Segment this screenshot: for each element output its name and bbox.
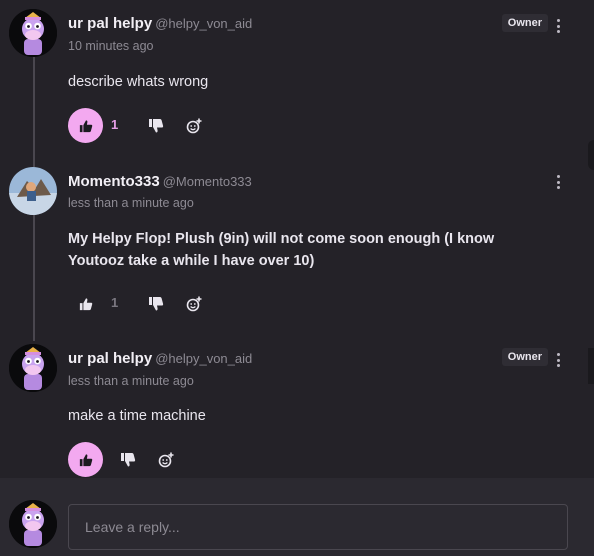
thumbs-down-icon xyxy=(121,453,136,467)
comment-body: make a time machine xyxy=(68,408,206,424)
comment-timestamp: less than a minute ago xyxy=(68,196,194,210)
like-button[interactable] xyxy=(68,286,103,321)
comment-body: My Helpy Flop! Plush (9in) will not come… xyxy=(68,231,495,269)
helpy-avatar-icon xyxy=(9,344,57,392)
current-user-avatar xyxy=(9,500,57,548)
author-name[interactable]: Momento333 xyxy=(68,173,160,190)
add-reaction-icon xyxy=(186,296,202,312)
like-count: 1 xyxy=(111,117,119,132)
like-count: 1 xyxy=(111,295,119,310)
comment-author: Momento333 @Momento333 xyxy=(68,173,252,190)
author-handle: @helpy_von_aid xyxy=(155,351,253,366)
dislike-button[interactable] xyxy=(147,117,165,135)
avatar[interactable] xyxy=(9,344,57,392)
thumbs-up-icon xyxy=(79,297,92,310)
author-handle: @Momento333 xyxy=(162,174,252,189)
add-reaction-button[interactable] xyxy=(185,295,203,313)
owner-badge: Owner xyxy=(501,14,548,32)
comment-body: describe whats wrong xyxy=(68,74,209,90)
helpy-avatar-icon xyxy=(9,500,57,548)
reply-input[interactable] xyxy=(68,504,568,550)
add-reaction-button[interactable] xyxy=(157,451,175,469)
comment-timestamp: less than a minute ago xyxy=(68,374,194,388)
avatar[interactable] xyxy=(9,167,57,215)
author-name[interactable]: ur pal helpy xyxy=(68,350,152,367)
author-handle: @helpy_von_aid xyxy=(155,16,253,31)
add-reaction-icon xyxy=(186,118,202,134)
add-reaction-icon xyxy=(158,452,174,468)
like-button[interactable] xyxy=(68,442,103,477)
more-options-icon[interactable] xyxy=(552,172,564,192)
user-photo-avatar-icon xyxy=(9,167,57,215)
like-button[interactable] xyxy=(68,108,103,143)
thumbs-down-icon xyxy=(149,119,164,133)
comment-author: ur pal helpy @helpy_von_aid xyxy=(68,350,252,367)
add-reaction-button[interactable] xyxy=(185,117,203,135)
thumbs-down-icon xyxy=(149,297,164,311)
edge-scroll-control[interactable] xyxy=(588,140,594,170)
comment-timestamp: 10 minutes ago xyxy=(68,39,154,53)
helpy-avatar-icon xyxy=(9,9,57,57)
dislike-button[interactable] xyxy=(147,295,165,313)
avatar[interactable] xyxy=(9,9,57,57)
more-options-icon[interactable] xyxy=(552,16,564,36)
thumbs-up-icon xyxy=(79,119,92,132)
dislike-button[interactable] xyxy=(119,451,137,469)
edge-scroll-control[interactable] xyxy=(588,348,594,384)
more-options-icon[interactable] xyxy=(552,350,564,370)
owner-badge: Owner xyxy=(501,348,548,366)
thumbs-up-icon xyxy=(79,453,92,466)
author-name[interactable]: ur pal helpy xyxy=(68,15,152,32)
comment-author: ur pal helpy @helpy_von_aid xyxy=(68,15,252,32)
